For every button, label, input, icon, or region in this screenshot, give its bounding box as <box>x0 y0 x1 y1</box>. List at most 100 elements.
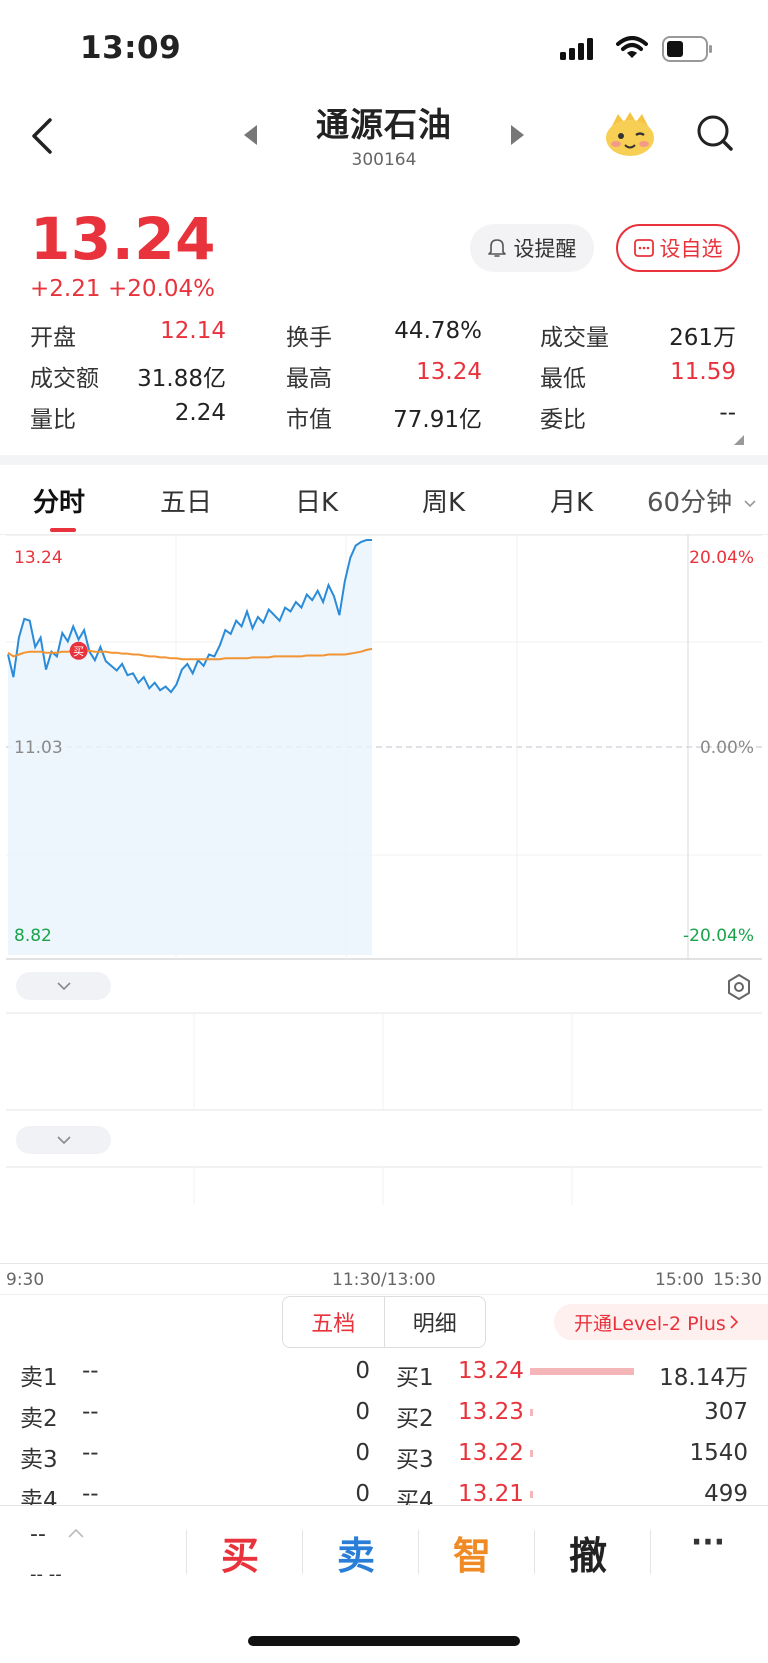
bid-price: 13.24 <box>458 1358 524 1384</box>
ask-price: -- <box>82 1358 99 1384</box>
stat-value: 11.59 <box>670 359 736 385</box>
smart-order-button[interactable]: 智 <box>422 1525 522 1580</box>
time-tick-midday: 11:30/13:00 <box>332 1270 436 1290</box>
current-price: 13.24 <box>30 205 216 273</box>
next-stock-icon[interactable] <box>510 125 524 145</box>
stat-value: 261万 <box>669 325 736 351</box>
prev-stock-icon[interactable] <box>244 125 258 145</box>
stock-name: 通源石油 <box>316 105 452 144</box>
stat-value: 77.91亿 <box>393 407 482 433</box>
buy-button[interactable]: 买 <box>190 1525 290 1580</box>
orderbook-divider <box>0 1294 768 1295</box>
tab-five-day[interactable]: 五日 <box>160 482 212 519</box>
add-watchlist-button[interactable]: 设自选 <box>616 224 740 272</box>
level2-upgrade-link[interactable]: 开通Level-2 Plus <box>554 1304 768 1340</box>
orderbook-segment: 五档 明细 <box>282 1296 486 1348</box>
stat-value: 13.24 <box>416 359 482 385</box>
tab-60-minute-label: 60分钟 <box>647 488 733 518</box>
status-time: 13:09 <box>80 30 182 66</box>
stat-label: 最低 <box>540 366 586 392</box>
chart-settings-icon[interactable] <box>726 973 752 1001</box>
chevron-down-icon <box>744 499 756 507</box>
chevron-down-icon <box>56 981 71 990</box>
expand-corner-icon[interactable] <box>734 435 744 445</box>
toolbar-separator <box>534 1530 535 1574</box>
stat-label: 成交额 <box>30 366 99 392</box>
stat-value: 2.24 <box>174 400 226 426</box>
set-alert-label: 设提醒 <box>513 237 577 261</box>
bid-volume-bar <box>530 1368 634 1375</box>
toolbar-separator <box>186 1530 187 1574</box>
level2-upgrade-label: 开通Level-2 Plus <box>574 1312 726 1335</box>
cellular-signal-icon <box>560 38 593 60</box>
tab-weekly-k[interactable]: 周K <box>422 482 465 519</box>
ask-price: -- <box>82 1399 99 1425</box>
y-tick-mid: 11.03 <box>14 738 63 758</box>
y-tick-pct-high: 20.04% <box>689 548 754 568</box>
bid-volume-bar <box>530 1409 533 1416</box>
search-icon[interactable] <box>696 114 734 152</box>
bell-icon <box>487 239 506 257</box>
toolbar-separator <box>418 1530 419 1574</box>
chevron-up-icon[interactable] <box>68 1528 84 1538</box>
y-tick-high: 13.24 <box>14 548 63 568</box>
tab-daily-k[interactable]: 日K <box>295 482 338 519</box>
stat-label: 最高 <box>286 366 332 392</box>
more-options-button[interactable]: ··· <box>658 1525 758 1560</box>
stat-value: -- <box>719 400 736 426</box>
set-alert-button[interactable]: 设提醒 <box>470 224 594 272</box>
battery-icon <box>662 36 712 62</box>
tab-60-minute[interactable]: 60分钟 <box>647 482 756 519</box>
active-tab-indicator <box>50 528 76 532</box>
ask-volume: 0 <box>355 1399 370 1425</box>
bid-volume: 307 <box>704 1399 748 1425</box>
price-change-percent: +20.04% <box>108 276 215 302</box>
ask-level-label: 卖3 <box>20 1447 58 1473</box>
ask-volume: 0 <box>355 1440 370 1466</box>
indicator-select-1[interactable] <box>16 972 111 1000</box>
section-divider <box>0 455 768 465</box>
add-watchlist-label: 设自选 <box>659 237 723 261</box>
tab-detail[interactable]: 明细 <box>385 1297 486 1347</box>
stock-code: 300164 <box>351 150 417 170</box>
stat-value: 12.14 <box>160 318 226 344</box>
bid-volume: 18.14万 <box>659 1365 748 1391</box>
stat-value: 44.78% <box>394 318 482 344</box>
bid-volume-bar <box>530 1491 533 1498</box>
y-tick-low: 8.82 <box>14 926 52 946</box>
y-tick-pct-low: -20.04% <box>683 926 754 946</box>
home-indicator <box>248 1636 520 1646</box>
tab-five-levels[interactable]: 五档 <box>283 1297 385 1347</box>
account-info-bottom: -- -- <box>30 1564 62 1585</box>
stat-value: 31.88亿 <box>137 366 226 392</box>
ask-price: -- <box>82 1440 99 1466</box>
bid-price: 13.22 <box>458 1440 524 1466</box>
buy-signal-marker[interactable]: 买 <box>69 641 88 660</box>
bid-level-label: 买3 <box>396 1447 434 1473</box>
time-tick-after: 15:30 <box>713 1270 762 1290</box>
ask-level-label: 卖2 <box>20 1406 58 1432</box>
stat-label: 市值 <box>286 407 332 433</box>
back-arrow-icon[interactable] <box>28 116 58 156</box>
sell-button[interactable]: 卖 <box>306 1525 406 1580</box>
chevron-right-icon <box>730 1315 738 1329</box>
time-axis-line <box>0 1263 768 1264</box>
mascot-icon[interactable] <box>604 110 656 158</box>
time-tick-open: 9:30 <box>6 1270 45 1290</box>
toolbar-separator <box>650 1530 651 1574</box>
stat-label: 开盘 <box>30 325 76 351</box>
bid-volume-bar <box>530 1450 533 1457</box>
stat-label: 成交量 <box>540 325 609 351</box>
intraday-chart[interactable]: 买 13.24 11.03 8.82 20.04% 0.00% -20.04% <box>0 535 768 1205</box>
indicator-select-2[interactable] <box>16 1126 111 1154</box>
time-tick-close: 15:00 <box>655 1270 704 1290</box>
bid-level-label: 买1 <box>396 1365 434 1391</box>
tab-intraday[interactable]: 分时 <box>33 482 85 519</box>
ask-volume: 0 <box>355 1358 370 1384</box>
buy-signal-label: 买 <box>73 645 84 658</box>
stat-label: 量比 <box>30 407 76 433</box>
tab-monthly-k[interactable]: 月K <box>550 482 593 519</box>
chevron-down-icon <box>56 1135 71 1144</box>
cancel-order-button[interactable]: 撤 <box>538 1525 638 1580</box>
price-change: +2.21 <box>30 276 101 302</box>
